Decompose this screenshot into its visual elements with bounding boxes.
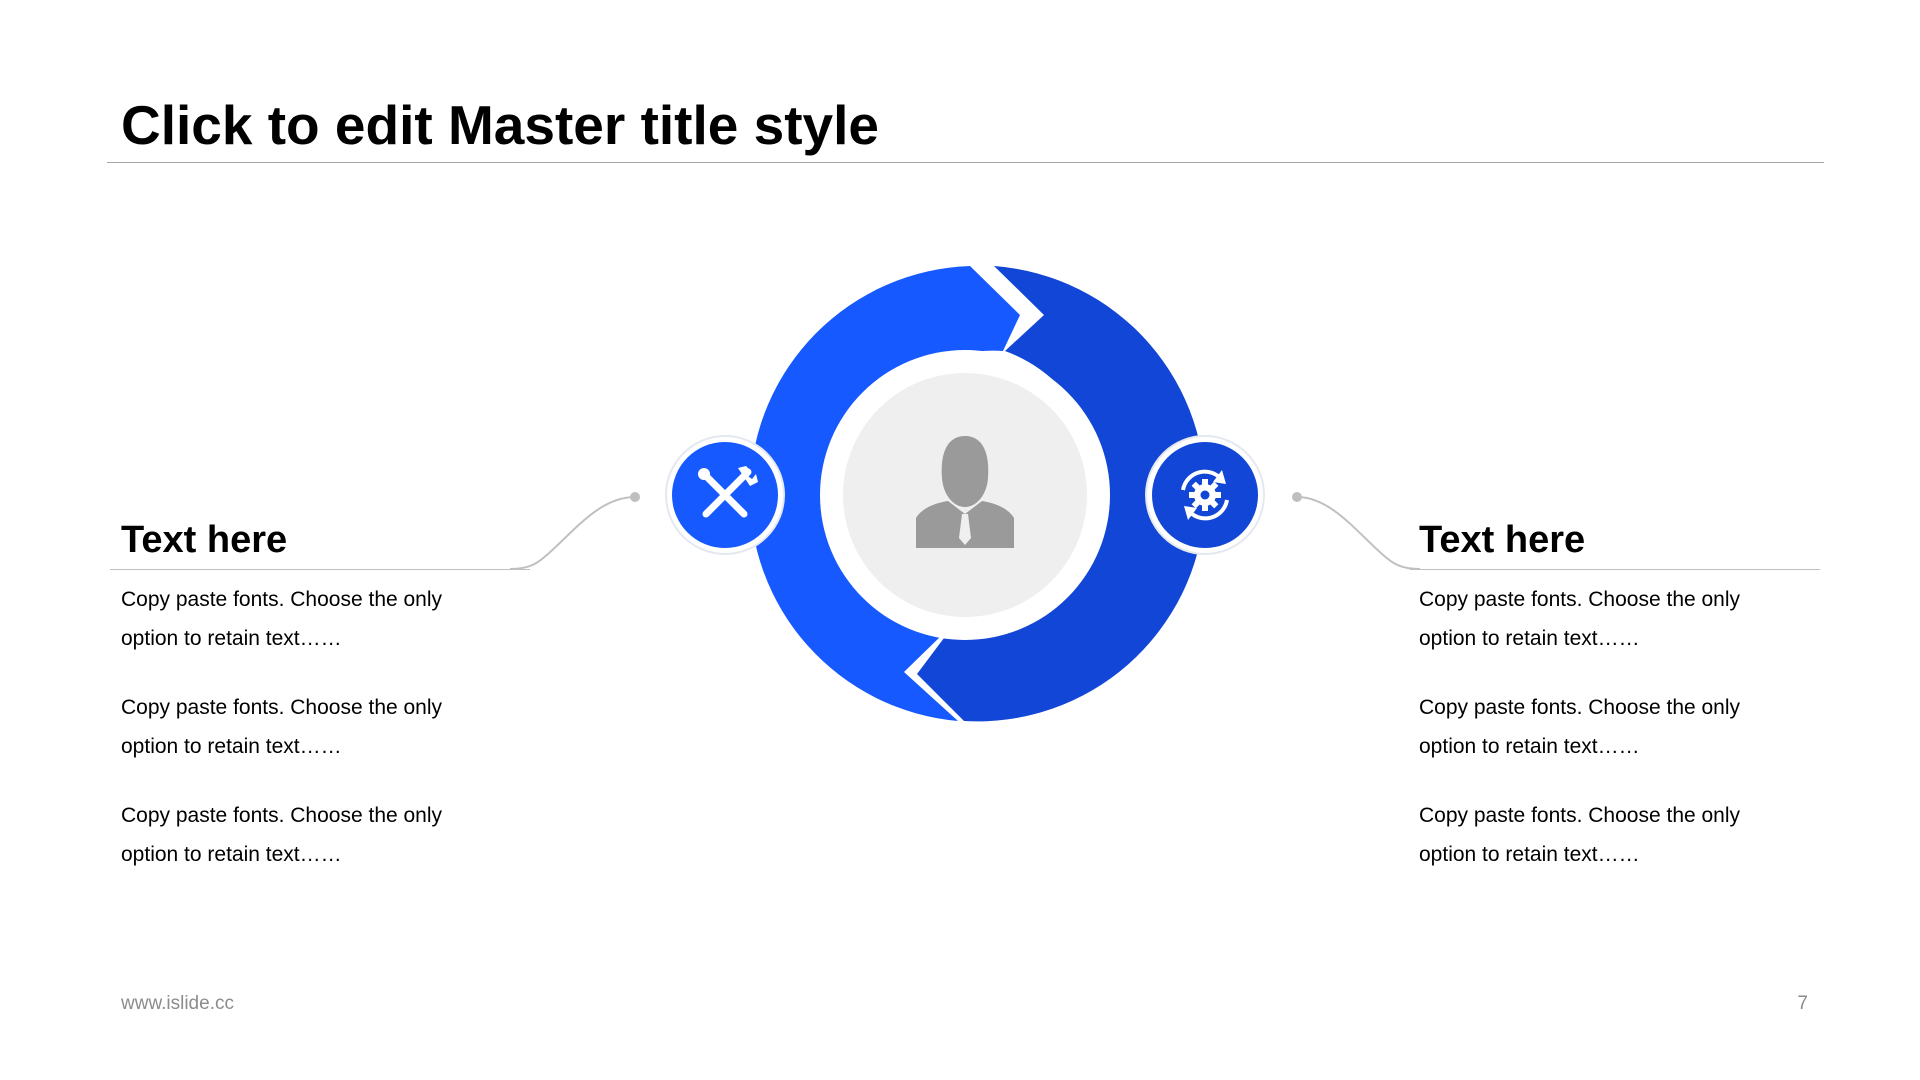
right-panel-divider bbox=[1410, 569, 1820, 570]
left-panel-heading[interactable]: Text here bbox=[121, 510, 541, 570]
left-panel-paragraph[interactable]: Copy paste fonts. Choose the only option… bbox=[121, 580, 481, 658]
right-connector-line bbox=[1296, 496, 1421, 570]
right-panel-heading[interactable]: Text here bbox=[1419, 510, 1839, 570]
left-panel-divider bbox=[110, 569, 530, 570]
left-panel-paragraph[interactable]: Copy paste fonts. Choose the only option… bbox=[121, 688, 481, 766]
right-panel-paragraph[interactable]: Copy paste fonts. Choose the only option… bbox=[1419, 796, 1779, 874]
page-number: 7 bbox=[1797, 993, 1808, 1014]
left-text-panel: Text here Copy paste fonts. Choose the o… bbox=[121, 510, 541, 866]
left-panel-paragraph[interactable]: Copy paste fonts. Choose the only option… bbox=[121, 796, 481, 874]
right-panel-paragraph[interactable]: Copy paste fonts. Choose the only option… bbox=[1419, 688, 1779, 766]
right-panel-paragraph[interactable]: Copy paste fonts. Choose the only option… bbox=[1419, 580, 1779, 658]
footer-url: www.islide.cc bbox=[121, 993, 234, 1014]
right-text-panel: Text here Copy paste fonts. Choose the o… bbox=[1419, 510, 1839, 866]
left-connector-dot bbox=[630, 492, 640, 502]
right-connector-dot bbox=[1292, 492, 1302, 502]
